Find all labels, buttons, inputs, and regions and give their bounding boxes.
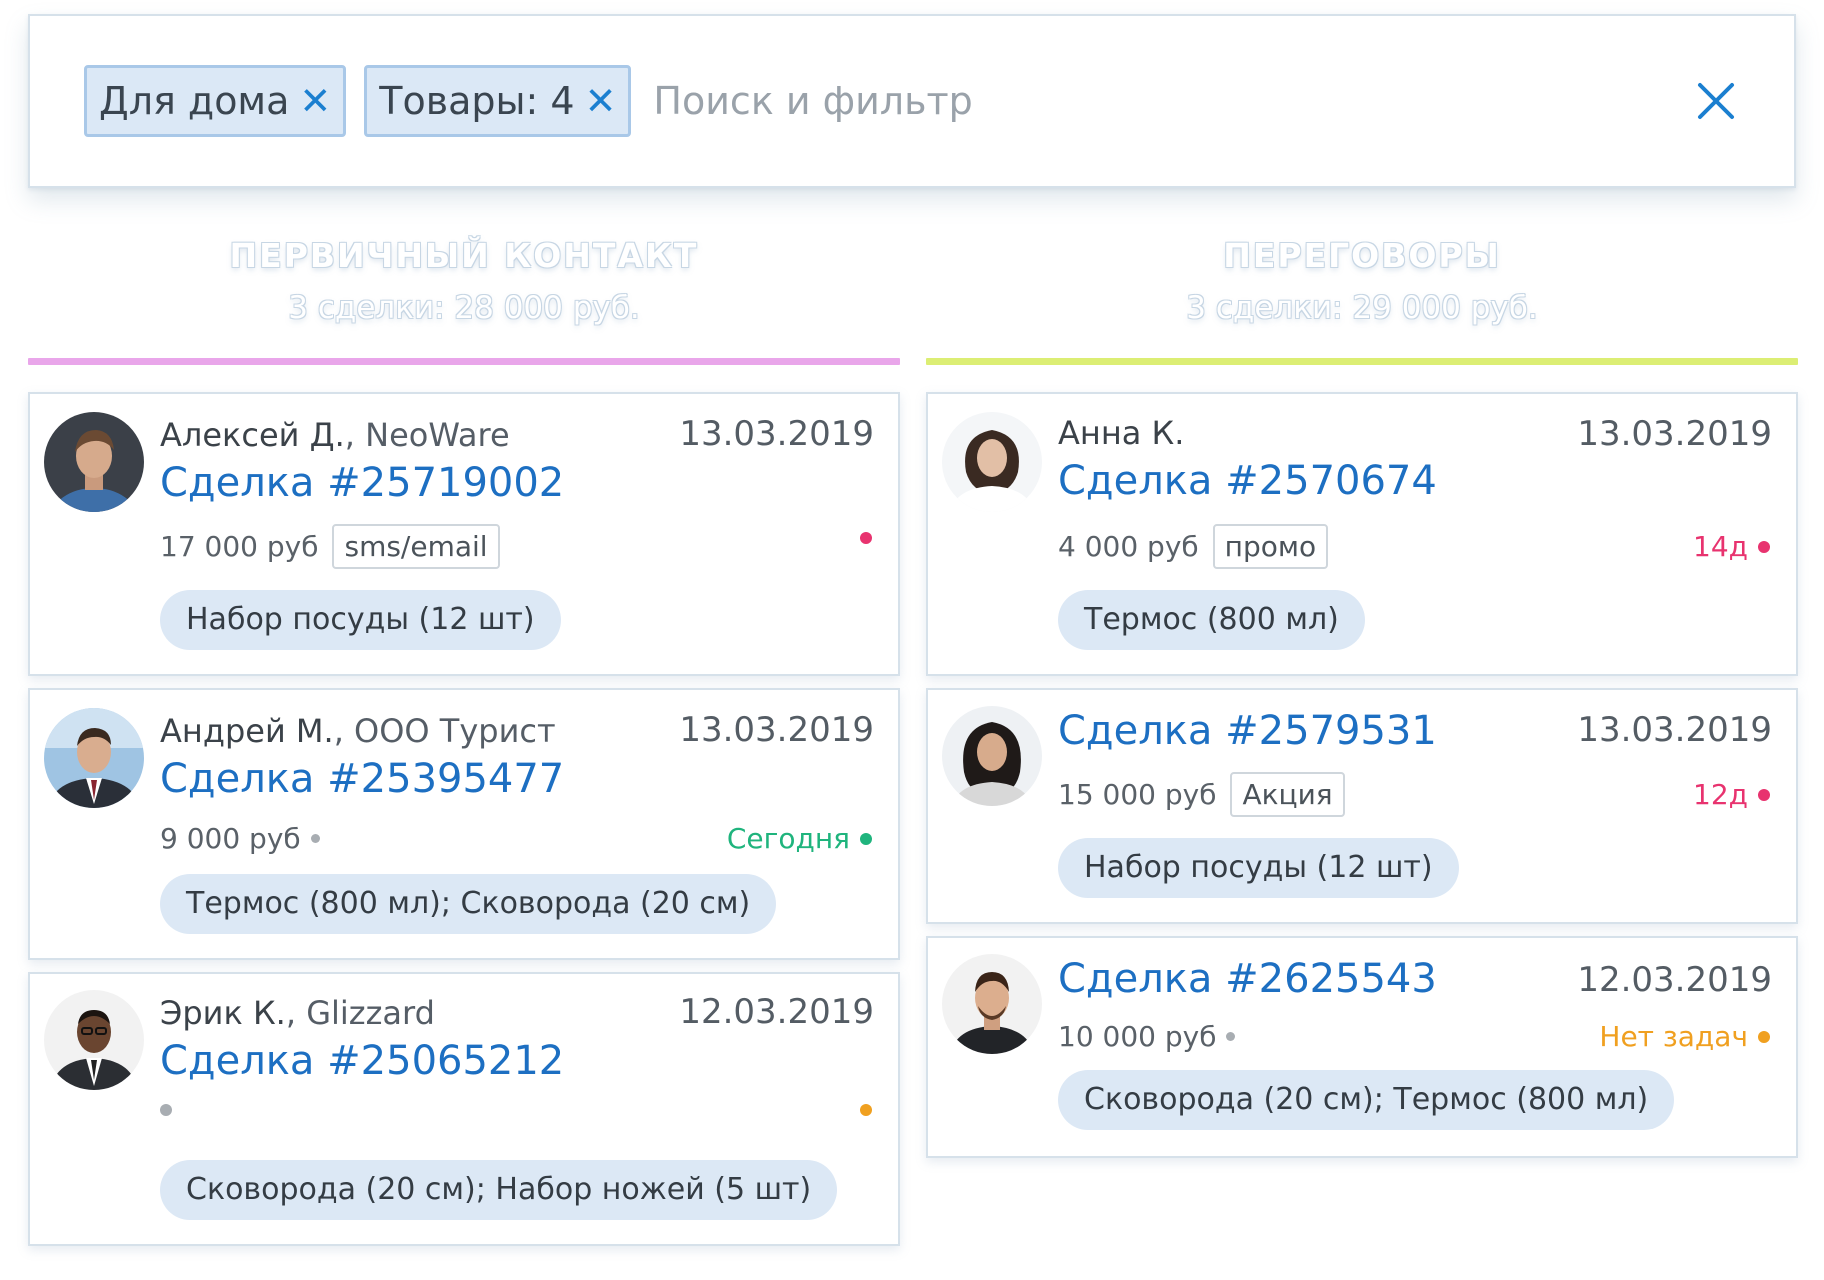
contact-name: Алексей Д. [160,416,345,454]
task-status: Сегодня [727,822,872,855]
avatar [44,412,144,512]
avatar [942,954,1042,1054]
column-title: ПЕРВИЧНЫЙ КОНТАКТ [229,236,699,275]
deal-link[interactable]: Сделка #2579531 [1058,708,1437,754]
separator-dot [310,834,320,843]
deal-date: 13.03.2019 [1577,414,1772,454]
contact-name: Андрей М. [160,712,334,750]
column-summary: 3 сделки: 29 000 руб. [1186,290,1538,326]
deal-amount: 10 000 руб [1058,1020,1217,1053]
column-accent-bar [926,358,1798,365]
contact-company: , ООО Турист [333,712,556,750]
filter-chip-label: Товары: 4 [379,79,575,123]
deal-card[interactable]: Эрик К., Glizzard 12.03.2019 Сделка #250… [28,972,900,1246]
deal-card[interactable]: Сделка #2579531 13.03.2019 15 000 руб Ак… [926,688,1798,924]
deal-date: 13.03.2019 [679,414,874,454]
search-input[interactable] [651,78,1694,124]
status-dot [1758,540,1770,553]
deal-link[interactable]: Сделка #25395477 [160,756,564,802]
status-dot [1758,788,1770,801]
contact-company: , NeoWare [344,416,510,454]
deal-date: 13.03.2019 [679,710,874,750]
task-status-label: 14д [1693,530,1748,563]
contact-info: Андрей М., ООО Турист [160,712,556,750]
task-status-label: Сегодня [726,822,850,855]
contact-info: Алексей Д., NeoWare [160,416,510,454]
contact-name: Эрик К. [160,994,286,1032]
deal-link[interactable]: Сделка #25719002 [160,460,564,506]
column-title: ПЕРЕГОВОРЫ [1223,236,1501,275]
deal-meta: 17 000 руб sms/email [160,524,500,569]
column-header: ПЕРВИЧНЫЙ КОНТАКТ 3 сделки: 28 000 руб. [28,232,900,330]
separator-dot [160,1104,172,1116]
status-dot [860,1104,872,1116]
task-status: Нет задач [1599,1020,1770,1053]
task-status [850,532,872,544]
products-pill[interactable]: Сковорода (20 см); Термос (800 мл) [1058,1070,1675,1130]
pipeline-board: Для дома ✕ Товары: 4 ✕ ПЕРВИЧНЫЙ КОНТАКТ… [0,0,1824,1280]
avatar [44,990,144,1090]
deal-card[interactable]: Андрей М., ООО Турист 13.03.2019 Сделка … [28,688,900,960]
task-status-label: 12д [1693,778,1748,811]
task-status-label: Нет задач [1599,1020,1748,1053]
contact-info: Эрик К., Glizzard [160,994,435,1032]
deal-amount: 17 000 руб [160,530,319,563]
deal-link[interactable]: Сделка #2625543 [1058,956,1437,1002]
avatar [942,412,1042,512]
products-pill[interactable]: Набор посуды (12 шт) [160,590,561,650]
products-pill[interactable]: Сковорода (20 см); Набор ножей (5 шт) [160,1160,838,1220]
products-pill[interactable]: Термос (800 мл) [1058,590,1365,650]
deal-meta [160,1104,172,1116]
products-pill[interactable]: Термос (800 мл); Сковорода (20 см) [160,874,777,934]
task-status: 14д [1693,530,1770,563]
filter-chip-home[interactable]: Для дома ✕ [84,65,347,137]
filter-chip-products[interactable]: Товары: 4 ✕ [364,65,632,137]
deal-amount: 4 000 руб [1058,530,1199,563]
deal-tag[interactable]: промо [1212,524,1329,569]
close-icon[interactable]: ✕ [299,82,331,120]
search-filter-bar: Для дома ✕ Товары: 4 ✕ [28,14,1796,188]
close-icon[interactable]: ✕ [585,82,617,120]
status-dot [860,832,872,845]
task-status [850,1104,872,1116]
deal-meta: 10 000 руб [1058,1020,1236,1053]
deal-tag[interactable]: sms/email [332,524,500,569]
task-status: 12д [1693,778,1770,811]
deal-meta: 4 000 руб промо [1058,524,1329,569]
deal-card[interactable]: Сделка #2625543 12.03.2019 10 000 руб Не… [926,936,1798,1158]
deal-amount: 9 000 руб [160,822,301,855]
status-dot [860,532,872,544]
column-header: ПЕРЕГОВОРЫ 3 сделки: 29 000 руб. [926,232,1798,330]
deal-tag[interactable]: Акция [1230,772,1345,817]
avatar [44,708,144,808]
filter-chip-label: Для дома [99,79,290,123]
deal-meta: 9 000 руб [160,822,320,855]
column-accent-bar [28,358,900,365]
deal-link[interactable]: Сделка #25065212 [160,1038,564,1084]
avatar [942,706,1042,806]
column-summary: 3 сделки: 28 000 руб. [288,290,640,326]
status-dot [1758,1030,1770,1043]
products-pill[interactable]: Набор посуды (12 шт) [1058,838,1459,898]
deal-amount: 15 000 руб [1058,778,1217,811]
deal-link[interactable]: Сделка #2570674 [1058,458,1437,504]
deal-card[interactable]: Алексей Д., NeoWare 13.03.2019 Сделка #2… [28,392,900,676]
deal-date: 13.03.2019 [1577,710,1772,750]
deal-date: 12.03.2019 [679,992,874,1032]
contact-info: Анна К. [1058,414,1184,452]
contact-company: , Glizzard [285,994,435,1032]
deal-card[interactable]: Анна К. 13.03.2019 Сделка #2570674 4 000… [926,392,1798,676]
deal-date: 12.03.2019 [1577,960,1772,1000]
separator-dot [1226,1032,1236,1041]
contact-name: Анна К. [1058,414,1185,452]
clear-search-icon[interactable] [1694,79,1738,123]
deal-meta: 15 000 руб Акция [1058,772,1345,817]
